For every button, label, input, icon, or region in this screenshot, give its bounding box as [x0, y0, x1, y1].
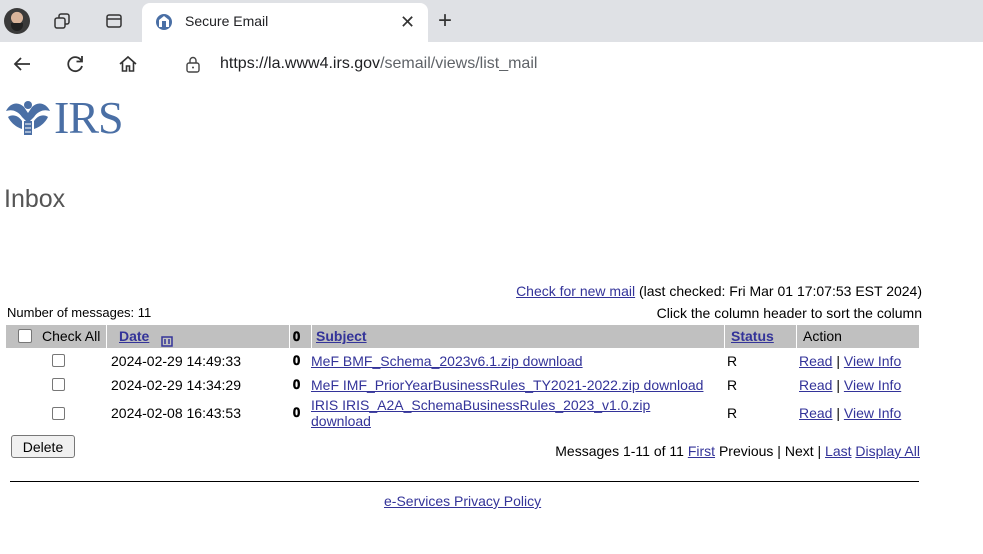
subject-column-header[interactable]: Subject	[316, 325, 367, 348]
date-column-header[interactable]: Date	[119, 325, 149, 348]
row-actions: Read | View Info	[799, 405, 902, 421]
address-bar[interactable]: https://la.www4.irs.gov/semail/views/lis…	[220, 55, 537, 73]
row-subject-link-continued[interactable]: download	[311, 413, 371, 429]
table-row: 2024-02-08 16:43:53 𝟎 IRIS IRIS_A2A_Sche…	[6, 396, 919, 432]
row-subject-link[interactable]: MeF IMF_PriorYearBusinessRules_TY2021-20…	[311, 377, 703, 393]
profile-avatar[interactable]	[4, 8, 30, 34]
row-actions: Read | View Info	[799, 377, 902, 393]
logo-text: IRS	[54, 92, 124, 143]
tab-actions-icon[interactable]	[103, 10, 125, 32]
attachment-icon: 𝟎	[293, 377, 301, 392]
next-page-text: Next	[784, 443, 814, 459]
tab-close-icon[interactable]: ✕	[400, 11, 415, 33]
action-column-header: Action	[803, 328, 842, 344]
table-row: 2024-02-29 14:34:29 𝟎 MeF IMF_PriorYearB…	[6, 372, 919, 396]
row-status: R	[727, 377, 738, 393]
view-info-link[interactable]: View Info	[844, 405, 901, 421]
footer-divider	[10, 481, 919, 482]
tab-secure-email[interactable]: Secure Email ✕	[142, 3, 428, 42]
first-page-link[interactable]: First	[688, 443, 715, 459]
attachment-column-icon: 𝟎	[293, 329, 301, 344]
sort-hint: Click the column header to sort the colu…	[656, 305, 922, 321]
table-header: Check All Date 𝟎 Subject Status Action	[6, 325, 919, 348]
privacy-policy-link[interactable]: e-Services Privacy Policy	[384, 493, 541, 509]
read-link[interactable]: Read	[799, 353, 832, 369]
refresh-icon[interactable]	[63, 52, 87, 76]
last-checked-text: (last checked: Fri Mar 01 17:07:53 EST 2…	[639, 283, 922, 299]
url-path: /semail/views/list_mail	[380, 55, 538, 72]
attachment-icon: 𝟎	[293, 405, 301, 420]
previous-page-text: Previous	[718, 443, 774, 459]
eagle-emblem-icon	[6, 101, 50, 135]
view-info-link[interactable]: View Info	[844, 353, 901, 369]
back-arrow-icon[interactable]	[10, 52, 34, 76]
row-checkbox[interactable]	[52, 407, 65, 420]
row-status: R	[727, 405, 738, 421]
irs-logo[interactable]: IRS	[4, 92, 124, 143]
last-page-link[interactable]: Last	[825, 443, 851, 459]
row-subject: IRIS IRIS_A2A_SchemaBusinessRules_2023_v…	[311, 397, 650, 429]
irs-favicon-icon	[154, 12, 174, 32]
attachment-icon: 𝟎	[293, 353, 301, 368]
view-info-link[interactable]: View Info	[844, 377, 901, 393]
page-title: Inbox	[4, 185, 66, 213]
check-all-checkbox[interactable]	[18, 329, 32, 343]
check-all-label: Check All	[42, 328, 101, 344]
row-date: 2024-02-29 14:49:33	[111, 353, 241, 369]
url-host: https://la.www4.irs.gov	[220, 55, 381, 72]
workspaces-icon[interactable]	[51, 10, 73, 32]
row-status: R	[727, 353, 738, 369]
row-actions: Read | View Info	[799, 353, 902, 369]
pagination-summary: Messages 1-11 of 11	[555, 443, 684, 459]
delete-button[interactable]: Delete	[11, 435, 75, 458]
inbox-table: Check All Date 𝟎 Subject Status Action 2…	[6, 325, 919, 432]
row-date: 2024-02-08 16:43:53	[111, 405, 241, 421]
row-subject-link[interactable]: IRIS IRIS_A2A_SchemaBusinessRules_2023_v…	[311, 397, 650, 413]
home-icon[interactable]	[116, 52, 140, 76]
row-checkbox[interactable]	[52, 378, 65, 391]
row-date: 2024-02-29 14:34:29	[111, 377, 241, 393]
check-new-mail-row: Check for new mail (last checked: Fri Ma…	[516, 283, 922, 299]
browser-toolbar: https://la.www4.irs.gov/semail/views/lis…	[0, 42, 983, 86]
lock-icon[interactable]	[185, 55, 201, 73]
check-new-mail-link[interactable]: Check for new mail	[516, 283, 635, 299]
message-count: Number of messages: 11	[7, 305, 152, 320]
display-all-link[interactable]: Display All	[855, 443, 920, 459]
pagination: Messages 1-11 of 11 First Previous | Nex…	[555, 443, 920, 459]
row-subject-link[interactable]: MeF BMF_Schema_2023v6.1.zip download	[311, 353, 583, 369]
sort-icon[interactable]	[161, 331, 173, 347]
status-column-header[interactable]: Status	[731, 325, 774, 348]
row-checkbox[interactable]	[52, 354, 65, 367]
tab-title: Secure Email	[185, 13, 269, 29]
table-row: 2024-02-29 14:49:33 𝟎 MeF BMF_Schema_202…	[6, 348, 919, 372]
read-link[interactable]: Read	[799, 377, 832, 393]
read-link[interactable]: Read	[799, 405, 832, 421]
new-tab-icon[interactable]: +	[438, 7, 452, 35]
browser-tab-bar: Secure Email ✕ +	[0, 0, 983, 42]
